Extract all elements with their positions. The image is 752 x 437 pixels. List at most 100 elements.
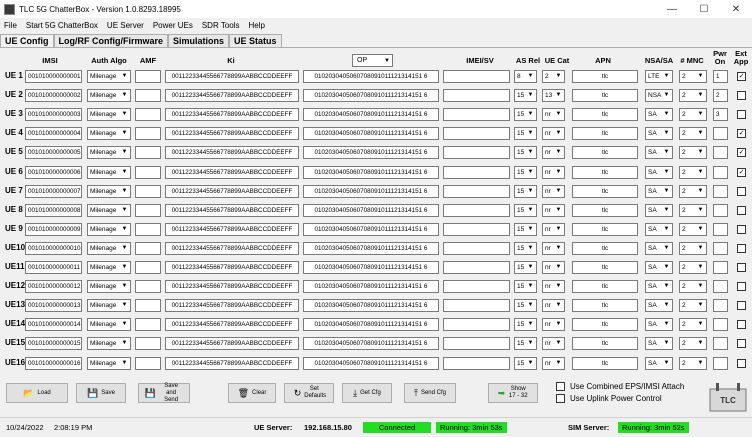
imei-sv-field[interactable] xyxy=(443,357,510,370)
imei-sv-field[interactable] xyxy=(443,280,510,293)
imei-sv-field[interactable] xyxy=(443,127,510,140)
ext-app-checkbox[interactable]: ✓ xyxy=(737,129,746,138)
ext-app-checkbox[interactable] xyxy=(737,225,746,234)
ue-cat-select[interactable]: nr ▼ xyxy=(542,146,565,159)
as-rel-select[interactable]: 15 ▼ xyxy=(514,127,537,140)
imsi-field[interactable]: 001010000000011 xyxy=(25,261,82,274)
apn-field[interactable]: tlc xyxy=(572,223,638,236)
imsi-field[interactable]: 001010000000002 xyxy=(25,89,82,102)
auth-algo-select[interactable]: Milenage ▼ xyxy=(87,204,131,217)
ext-app-checkbox[interactable] xyxy=(737,187,746,196)
close-button[interactable]: ✕ xyxy=(720,0,752,18)
ext-app-checkbox[interactable]: ✓ xyxy=(737,168,746,177)
auth-algo-select[interactable]: Milenage ▼ xyxy=(87,318,131,331)
mnc-select[interactable]: 2 ▼ xyxy=(679,261,707,274)
ue-cat-select[interactable]: nr ▼ xyxy=(542,299,565,312)
ue-cat-select[interactable]: nr ▼ xyxy=(542,185,565,198)
pwr-on-field[interactable]: 1 xyxy=(713,70,728,83)
pwr-on-field[interactable] xyxy=(713,204,728,217)
menu-file[interactable]: File xyxy=(4,21,17,30)
imsi-field[interactable]: 001010000000016 xyxy=(25,357,82,370)
imei-sv-field[interactable] xyxy=(443,108,510,121)
as-rel-select[interactable]: 15 ▼ xyxy=(514,204,537,217)
pwr-on-field[interactable] xyxy=(713,337,728,350)
ue-cat-select[interactable]: nr ▼ xyxy=(542,357,565,370)
apn-field[interactable]: tlc xyxy=(572,337,638,350)
op-field[interactable]: 0102030405060708091011121314151 6 xyxy=(303,337,439,350)
menu-power-ues[interactable]: Power UEs xyxy=(153,21,193,30)
as-rel-select[interactable]: 15 ▼ xyxy=(514,357,537,370)
amf-field[interactable] xyxy=(135,337,161,350)
imei-sv-field[interactable] xyxy=(443,223,510,236)
pwr-on-field[interactable] xyxy=(713,261,728,274)
mnc-select[interactable]: 2 ▼ xyxy=(679,318,707,331)
nsa-sa-select[interactable]: SA ▼ xyxy=(645,223,673,236)
imei-sv-field[interactable] xyxy=(443,299,510,312)
imsi-field[interactable]: 001010000000005 xyxy=(25,146,82,159)
amf-field[interactable] xyxy=(135,357,161,370)
combined-eps-checkbox[interactable]: Use Combined EPS/IMSI Attach xyxy=(556,382,684,391)
mnc-select[interactable]: 2 ▼ xyxy=(679,127,707,140)
nsa-sa-select[interactable]: SA ▼ xyxy=(645,166,673,179)
imei-sv-field[interactable] xyxy=(443,204,510,217)
mnc-select[interactable]: 2 ▼ xyxy=(679,166,707,179)
ki-field[interactable]: 00112233445566778899AABBCCDDEEFF xyxy=(165,127,299,140)
load-button[interactable]: 📂 Load xyxy=(6,383,68,403)
ext-app-checkbox[interactable] xyxy=(737,301,746,310)
imsi-field[interactable]: 001010000000006 xyxy=(25,166,82,179)
amf-field[interactable] xyxy=(135,242,161,255)
ue-cat-select[interactable]: nr ▼ xyxy=(542,223,565,236)
ext-app-checkbox[interactable] xyxy=(737,206,746,215)
imsi-field[interactable]: 001010000000010 xyxy=(25,242,82,255)
op-select[interactable]: OP ▼ xyxy=(352,54,393,67)
imsi-field[interactable]: 001010000000014 xyxy=(25,318,82,331)
mnc-select[interactable]: 2 ▼ xyxy=(679,299,707,312)
op-field[interactable]: 0102030405060708091011121314151 6 xyxy=(303,223,439,236)
imsi-field[interactable]: 001010000000004 xyxy=(25,127,82,140)
ext-app-checkbox[interactable] xyxy=(737,91,746,100)
nsa-sa-select[interactable]: NSA ▼ xyxy=(645,89,673,102)
as-rel-select[interactable]: 15 ▼ xyxy=(514,242,537,255)
op-field[interactable]: 0102030405060708091011121314151 6 xyxy=(303,204,439,217)
tab-ue-config[interactable]: UE Config xyxy=(0,34,54,47)
auth-algo-select[interactable]: Milenage ▼ xyxy=(87,261,131,274)
nsa-sa-select[interactable]: SA ▼ xyxy=(645,146,673,159)
nsa-sa-select[interactable]: SA ▼ xyxy=(645,280,673,293)
ue-cat-select[interactable]: nr ▼ xyxy=(542,166,565,179)
ext-app-checkbox[interactable] xyxy=(737,263,746,272)
as-rel-select[interactable]: 15 ▼ xyxy=(514,280,537,293)
ki-field[interactable]: 00112233445566778899AABBCCDDEEFF xyxy=(165,166,299,179)
save-button[interactable]: 💾 Save xyxy=(76,383,126,403)
amf-field[interactable] xyxy=(135,146,161,159)
as-rel-select[interactable]: 15 ▼ xyxy=(514,89,537,102)
apn-field[interactable]: tlc xyxy=(572,166,638,179)
ext-app-checkbox[interactable] xyxy=(737,339,746,348)
amf-field[interactable] xyxy=(135,166,161,179)
pwr-on-field[interactable] xyxy=(713,127,728,140)
ext-app-checkbox[interactable]: ✓ xyxy=(737,72,746,81)
ue-cat-select[interactable]: nr ▼ xyxy=(542,127,565,140)
auth-algo-select[interactable]: Milenage ▼ xyxy=(87,242,131,255)
ki-field[interactable]: 00112233445566778899AABBCCDDEEFF xyxy=(165,337,299,350)
op-field[interactable]: 0102030405060708091011121314151 6 xyxy=(303,318,439,331)
nsa-sa-select[interactable]: SA ▼ xyxy=(645,204,673,217)
auth-algo-select[interactable]: Milenage ▼ xyxy=(87,280,131,293)
tab-ue-status[interactable]: UE Status xyxy=(229,34,282,47)
mnc-select[interactable]: 2 ▼ xyxy=(679,337,707,350)
amf-field[interactable] xyxy=(135,89,161,102)
imsi-field[interactable]: 001010000000003 xyxy=(25,108,82,121)
mnc-select[interactable]: 2 ▼ xyxy=(679,89,707,102)
nsa-sa-select[interactable]: SA ▼ xyxy=(645,185,673,198)
op-field[interactable]: 0102030405060708091011121314151 6 xyxy=(303,185,439,198)
apn-field[interactable]: tlc xyxy=(572,127,638,140)
nsa-sa-select[interactable]: SA ▼ xyxy=(645,357,673,370)
apn-field[interactable]: tlc xyxy=(572,146,638,159)
clear-button[interactable]: 🗑 Clear xyxy=(228,383,276,403)
op-field[interactable]: 0102030405060708091011121314151 6 xyxy=(303,146,439,159)
ue-cat-select[interactable]: nr ▼ xyxy=(542,337,565,350)
nsa-sa-select[interactable]: SA ▼ xyxy=(645,242,673,255)
ki-field[interactable]: 00112233445566778899AABBCCDDEEFF xyxy=(165,204,299,217)
auth-algo-select[interactable]: Milenage ▼ xyxy=(87,166,131,179)
amf-field[interactable] xyxy=(135,223,161,236)
mnc-select[interactable]: 2 ▼ xyxy=(679,280,707,293)
